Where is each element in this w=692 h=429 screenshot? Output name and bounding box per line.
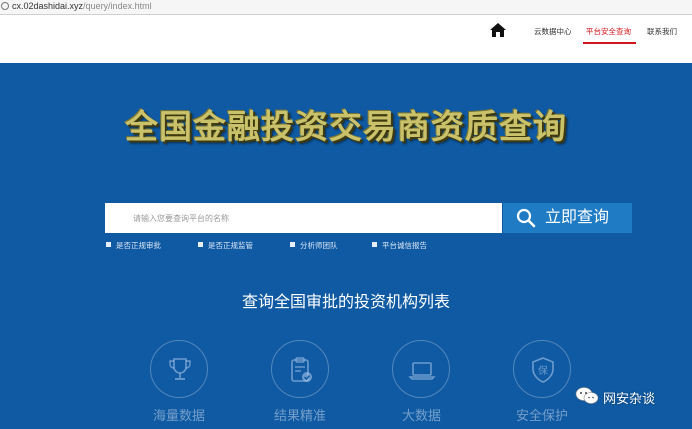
browser-address-bar[interactable]: cx.02dashidai.xyz/query/index.html [0,0,692,15]
feature-security-protection: 保 [513,340,571,398]
nav-item-platform-security-query[interactable]: 平台安全查询 [586,27,631,37]
hero-title: 全国金融投资交易商资质查询 [125,107,567,146]
feature-accurate-results [271,340,329,398]
address-url[interactable]: cx.02dashidai.xyz/query/index.html [12,1,152,12]
bullet-square-icon [372,242,377,247]
feature-big-data [392,340,450,398]
svg-text:保: 保 [538,364,548,377]
tag-integrity-report[interactable]: 平台诚信报告 [372,240,427,251]
globe-icon [1,2,9,10]
feature-label-security-protection: 安全保护 [516,409,569,424]
feature-label-massive-data: 海量数据 [153,409,206,424]
trophy-icon [169,358,191,380]
nav-item-contact-us[interactable]: 联系我们 [647,27,677,37]
home-icon[interactable] [489,22,507,38]
platform-search-input[interactable] [105,203,502,233]
nav-item-cloud-data-center[interactable]: 云数据中心 [534,27,572,37]
clipboard-check-icon [291,357,312,382]
top-navigation-bar [0,15,692,63]
active-nav-underline [583,42,636,44]
feature-massive-data [150,340,208,398]
tag-analyst-team[interactable]: 分析师团队 [290,240,338,251]
bullet-square-icon [106,242,111,247]
section-title: 查询全国审批的投资机构列表 [241,292,450,311]
tag-approved[interactable]: 是否正规审批 [106,240,161,251]
feature-label-big-data: 大数据 [402,409,442,424]
bullet-square-icon [290,242,295,247]
search-button[interactable]: 立即查询 [503,203,632,233]
laptop-icon [408,362,436,380]
bullet-square-icon [198,242,203,247]
shield-icon: 保 [532,357,554,383]
watermark-text: 网安杂谈 [603,392,656,407]
tag-regulated[interactable]: 是否正规监管 [198,240,253,251]
wechat-icon [575,387,599,404]
feature-label-accurate-results: 结果精准 [274,409,327,424]
search-icon [516,208,536,228]
search-button-label: 立即查询 [545,209,610,226]
